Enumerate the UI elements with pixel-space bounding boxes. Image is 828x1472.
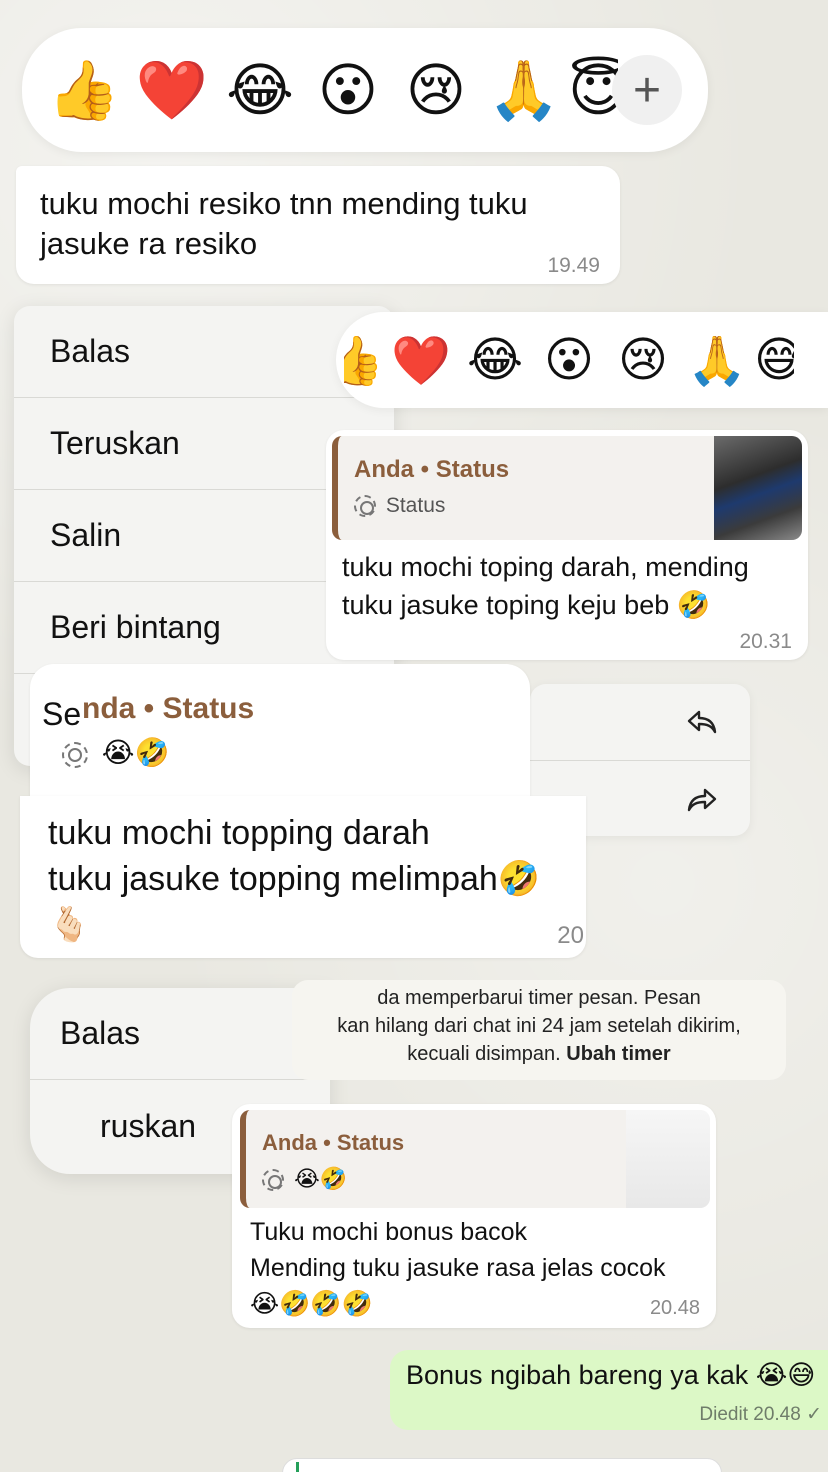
reaction-bar-mid: 👍 ❤️ 😂 😮 😢 🙏 😅 (336, 312, 828, 408)
text-cursor (296, 1462, 299, 1472)
message-bubble-3[interactable]: nda • Status 😭🤣 (30, 664, 530, 796)
message-bubble-2[interactable]: Anda • Status Status tuku mochi toping d… (326, 430, 808, 660)
quoted-status[interactable]: Anda • Status 😭🤣 (240, 1110, 710, 1208)
message-bubble-3-body[interactable]: tuku mochi topping darah tuku jasuke top… (20, 796, 586, 958)
status-icon (62, 741, 88, 768)
more-reactions-button[interactable]: + (612, 55, 682, 125)
quoted-status[interactable]: Anda • Status Status (332, 436, 802, 540)
message-time: 20.31 (739, 630, 792, 653)
status-icon (354, 495, 376, 518)
message-text: Bonus ngibah bareng ya kak 😭😅 (406, 1360, 816, 1390)
reaction-sad[interactable]: 😢 (606, 332, 680, 388)
quote-subtitle: Status (354, 494, 445, 518)
message-bubble-1[interactable]: tuku mochi resiko tnn mending tuku jasuk… (16, 166, 620, 284)
plus-icon: + (632, 63, 662, 117)
message-time: 19.49 (547, 254, 600, 277)
reaction-pray[interactable]: 🙏 (480, 56, 568, 125)
status-thumbnail (714, 436, 802, 540)
status-icon (262, 1169, 284, 1192)
reply-icon[interactable] (684, 704, 720, 740)
menu-item-reply[interactable]: Balas (30, 988, 330, 1080)
change-timer-link[interactable]: Ubah timer (566, 1043, 670, 1065)
reaction-thumbs-up[interactable]: 👍 (344, 332, 384, 389)
divider (530, 760, 750, 761)
reaction-wow[interactable]: 😮 (532, 332, 606, 388)
reaction-heart[interactable]: ❤️ (384, 332, 458, 389)
status-thumbnail (626, 1110, 710, 1208)
reaction-halo[interactable]: 😇 (568, 56, 618, 124)
reaction-laugh[interactable]: 😂 (458, 332, 532, 388)
message-text: tuku mochi resiko tnn mending tuku jasuk… (40, 186, 528, 261)
quote-title: nda • Status (82, 692, 255, 725)
message-text: tuku mochi toping darah, mending tuku ja… (342, 552, 749, 620)
reaction-pray[interactable]: 🙏 (680, 332, 754, 389)
message-time: 20.48 (649, 1297, 700, 1319)
message-meta: Diedit 20.48 ✓ (699, 1404, 822, 1425)
reaction-laugh[interactable]: 😂 (216, 56, 304, 124)
quote-title: Anda • Status (354, 456, 510, 483)
menu-fragment-se: Se (42, 696, 82, 732)
quote-subtitle: 😭🤣 (262, 1166, 347, 1192)
message-text: Tuku mochi bonus bacok Mending tuku jasu… (250, 1218, 666, 1318)
message-text: tuku mochi topping darah tuku jasuke top… (48, 814, 541, 944)
message-bubble-4[interactable]: Anda • Status 😭🤣 Tuku mochi bonus bacok … (232, 1104, 716, 1328)
message-time: 20 (557, 922, 584, 949)
reaction-thumbs-up[interactable]: 👍 (40, 56, 128, 125)
message-bubble-outgoing[interactable]: Bonus ngibah bareng ya kak 😭😅 Diedit 20.… (390, 1350, 828, 1430)
forward-icon[interactable] (684, 782, 720, 818)
quote-title: Anda • Status (262, 1130, 405, 1155)
reaction-more[interactable]: 😅 (754, 332, 794, 388)
sent-tick-icon: ✓ (806, 1404, 822, 1425)
reaction-wow[interactable]: 😮 (304, 56, 392, 124)
system-notice: da memperbarui timer pesan. Pesan kan hi… (292, 980, 786, 1080)
reaction-bar-top: 👍 ❤️ 😂 😮 😢 🙏 😇 + (22, 28, 708, 152)
reaction-heart[interactable]: ❤️ (128, 56, 216, 125)
reaction-sad[interactable]: 😢 (392, 56, 480, 124)
message-input-bar[interactable] (282, 1458, 722, 1472)
quote-subtitle: 😭🤣 (62, 736, 169, 769)
